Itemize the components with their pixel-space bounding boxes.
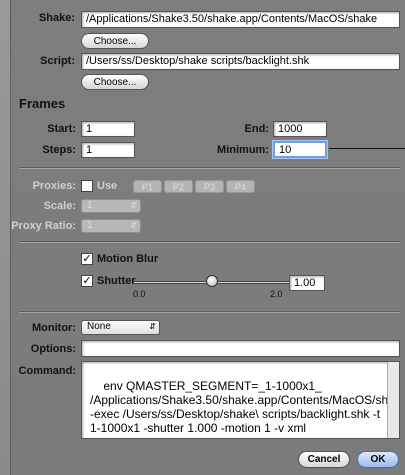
start-field[interactable]: 1 — [81, 121, 135, 137]
proxies-label: Proxies: — [32, 180, 76, 192]
end-label: End: — [244, 123, 269, 135]
popup-arrows-icon: ⇵ — [130, 201, 137, 210]
ok-button[interactable]: OK — [357, 451, 399, 468]
shake-path-field[interactable]: /Applications/Shake3.50/shake.app/Conten… — [81, 11, 400, 28]
cancel-button[interactable]: Cancel — [298, 451, 350, 468]
steps-label: Steps: — [42, 144, 76, 156]
shake-choose-button[interactable]: Choose... — [81, 33, 149, 49]
callout-line — [329, 148, 405, 149]
shake-settings-sheet: Shake: /Applications/Shake3.50/shake.app… — [10, 0, 405, 475]
monitor-popup[interactable]: None ⇵ — [81, 320, 160, 335]
popup-arrows-icon: ⇵ — [149, 322, 156, 331]
proxy-ratio-label: Proxy Ratio: — [11, 220, 76, 232]
monitor-value: None — [87, 321, 111, 332]
scale-popup[interactable]: 1 ⇵ — [81, 199, 141, 213]
options-field[interactable] — [81, 340, 400, 357]
command-scrollbar[interactable] — [387, 362, 399, 438]
script-choose-button[interactable]: Choose... — [81, 74, 149, 90]
use-proxies-label: Use — [97, 180, 118, 192]
command-text: env QMASTER_SEGMENT=_1-1000x1_ /Applicat… — [90, 379, 400, 435]
monitor-label: Monitor: — [32, 322, 76, 334]
script-path-field[interactable]: /Users/ss/Desktop/shake scripts/backligh… — [81, 53, 400, 70]
proxy-p1-button[interactable]: P1 — [133, 180, 162, 193]
slider-min-label: 0.0 — [133, 289, 146, 299]
proxy-ratio-value: 1 — [87, 220, 93, 231]
divider — [19, 311, 400, 313]
scale-label: Scale: — [43, 200, 76, 212]
steps-field[interactable]: 1 — [81, 142, 135, 158]
command-textarea[interactable]: env QMASTER_SEGMENT=_1-1000x1_ /Applicat… — [81, 361, 400, 439]
scale-value: 1 — [87, 200, 93, 211]
motion-blur-label: Motion Blur — [97, 253, 159, 265]
end-field[interactable]: 1000 — [273, 121, 327, 137]
frames-header: Frames — [19, 96, 66, 111]
motion-blur-checkbox[interactable]: ✓ — [81, 253, 93, 265]
proxy-p4-button[interactable]: P4 — [226, 180, 255, 193]
minimum-label: Minimum: — [217, 144, 269, 156]
script-path-label: Script: — [40, 55, 75, 67]
popup-arrows-icon: ⇵ — [130, 221, 137, 230]
shutter-slider-knob[interactable] — [206, 275, 218, 287]
proxy-ratio-popup[interactable]: 1 ⇵ — [81, 219, 141, 233]
use-proxies-checkbox[interactable] — [81, 180, 93, 192]
start-label: Start: — [47, 123, 76, 135]
shutter-checkbox[interactable]: ✓ — [81, 275, 93, 287]
proxy-p3-button[interactable]: P3 — [195, 180, 224, 193]
shutter-label: Shutter — [97, 275, 136, 287]
options-label: Options: — [30, 343, 76, 355]
divider — [19, 167, 400, 169]
proxy-p2-button[interactable]: P2 — [164, 180, 193, 193]
minimum-field[interactable]: 10 — [273, 141, 327, 158]
command-label: Command: — [18, 365, 76, 377]
shake-path-label: Shake: — [38, 12, 75, 24]
shutter-value-field[interactable]: 1.00 — [289, 275, 325, 291]
divider — [19, 241, 400, 243]
slider-max-label: 2.0 — [270, 289, 283, 299]
